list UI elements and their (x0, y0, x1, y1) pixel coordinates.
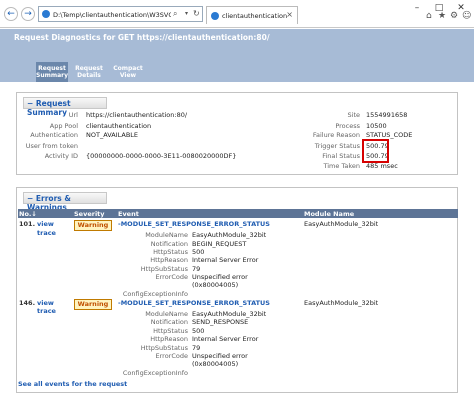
detail-value: EasyAuthModule_32bit (192, 310, 267, 318)
detail-key: ErrorCode (155, 352, 188, 360)
star-icon[interactable]: ★ (438, 11, 446, 21)
tab-label: View (119, 72, 137, 79)
trace-link[interactable]: trace (37, 307, 56, 315)
errors-warnings-heading[interactable]: − Errors & Warnings (23, 192, 107, 212)
summary-label: Process (335, 122, 360, 130)
summary-value: 1554991658 (366, 111, 408, 119)
ie-tab-icon (211, 12, 219, 20)
summary-label: Final Status (322, 152, 360, 160)
detail-key: HttpSubStatus (140, 265, 188, 273)
detail-key: HttpStatus (153, 327, 188, 335)
summary-label: Failure Reason (312, 131, 360, 139)
gear-icon[interactable]: ⚙ (450, 11, 458, 21)
detail-value: Internal Server Error (192, 256, 259, 264)
close-tab-icon[interactable]: × (286, 10, 293, 19)
refresh-icon[interactable]: ↻ (193, 9, 200, 18)
browser-titlebar: ← → D:\Temp\clientauthentication\W3SVC15… (0, 0, 474, 28)
chevron-down-icon[interactable]: ▾ (185, 10, 188, 17)
detail-key: HttpStatus (153, 248, 188, 256)
tab-label: Compact (113, 65, 143, 72)
detail-value: 500 (192, 248, 205, 256)
row-number: 146. (19, 299, 36, 307)
tab-label: Details (77, 72, 101, 79)
column-header: Module Name (304, 210, 355, 218)
warning-badge: Warning (74, 220, 112, 231)
summary-label: User from token (25, 142, 78, 150)
module-name: EasyAuthModule_32bit (304, 220, 379, 228)
detail-value: Unspecified error (192, 352, 248, 360)
trace-link[interactable]: trace (37, 229, 56, 237)
detail-key: ConfigExceptionInfo (122, 369, 188, 377)
detail-key: HttpReason (150, 335, 188, 343)
detail-key: HttpReason (150, 256, 188, 264)
detail-key: ModuleName (145, 310, 188, 318)
detail-value: Internal Server Error (192, 335, 259, 343)
back-icon[interactable]: ← (4, 7, 18, 21)
smiley-icon[interactable]: ☺ (462, 11, 471, 21)
forward-icon[interactable]: → (21, 7, 35, 21)
view-link[interactable]: view (37, 299, 54, 307)
view-link[interactable]: view (37, 220, 54, 228)
tab-label: Summary (36, 72, 69, 79)
request-summary-heading[interactable]: − Request Summary (23, 97, 107, 117)
event-name-link[interactable]: -MODULE_SET_RESPONSE_ERROR_STATUS (118, 220, 270, 228)
detail-value: 79 (192, 265, 201, 273)
detail-value: EasyAuthModule_32bit (192, 231, 267, 239)
tab-title: clientauthentication (222, 12, 288, 20)
warning-badge: Warning (74, 299, 112, 310)
detail-key: ModuleName (145, 231, 188, 239)
see-all-events-link[interactable]: See all events for the request (18, 380, 127, 388)
summary-label: Authentication (30, 131, 78, 139)
status-highlight-box (362, 139, 389, 163)
summary-value: {00000000-0000-0000-3E11-0080020000DF} (86, 152, 237, 160)
summary-label: Trigger Status (314, 142, 360, 150)
tab-label: Request (75, 65, 103, 72)
column-header[interactable]: No.↓ (19, 210, 37, 218)
ie-page-icon (42, 10, 50, 18)
detail-value: 500 (192, 327, 205, 335)
minimize-icon[interactable]: – (406, 0, 428, 16)
detail-key: Notification (150, 318, 188, 326)
page-title: Request Diagnostics for GET https://clie… (14, 33, 270, 42)
summary-value: 485 msec (366, 162, 398, 170)
detail-key: ErrorCode (155, 273, 188, 281)
column-header: Severity (74, 210, 105, 218)
detail-value: 79 (192, 344, 201, 352)
summary-value: clientauthentication (86, 122, 152, 130)
detail-value: (0x80004005) (192, 281, 239, 289)
detail-value: (0x80004005) (192, 360, 239, 368)
summary-label: App Pool (49, 122, 78, 130)
summary-value: NOT_AVAILABLE (86, 131, 139, 139)
module-name: EasyAuthModule_32bit (304, 299, 379, 307)
detail-key: ConfigExceptionInfo (122, 290, 188, 298)
detail-key: HttpSubStatus (140, 344, 188, 352)
search-icon[interactable]: ⌕ (173, 9, 177, 19)
browser-tab[interactable]: clientauthentication × (206, 6, 298, 24)
summary-label: Time Taken (323, 162, 360, 170)
summary-value: 10500 (366, 122, 387, 130)
detail-value: Unspecified error (192, 273, 248, 281)
home-icon[interactable]: ⌂ (426, 11, 432, 21)
summary-value: https://clientauthentication:80/ (86, 111, 188, 119)
address-bar[interactable]: D:\Temp\clientauthentication\W3SVC155499… (38, 6, 203, 22)
summary-label: Site (347, 111, 360, 119)
summary-label: Activity ID (44, 152, 78, 160)
tab-label: Request (38, 65, 66, 72)
detail-value: BEGIN_REQUEST (192, 240, 247, 248)
detail-value: SEND_RESPONSE (192, 318, 249, 326)
summary-value: STATUS_CODE (366, 131, 413, 139)
page-header: Request Diagnostics for GET https://clie… (0, 29, 474, 92)
column-header: Event (118, 210, 139, 218)
row-number: 101. (19, 220, 36, 228)
event-name-link[interactable]: -MODULE_SET_RESPONSE_ERROR_STATUS (118, 299, 270, 307)
detail-key: Notification (150, 240, 188, 248)
address-text[interactable]: D:\Temp\clientauthentication\W3SVC155499… (53, 11, 171, 19)
summary-label: Url (68, 111, 78, 119)
